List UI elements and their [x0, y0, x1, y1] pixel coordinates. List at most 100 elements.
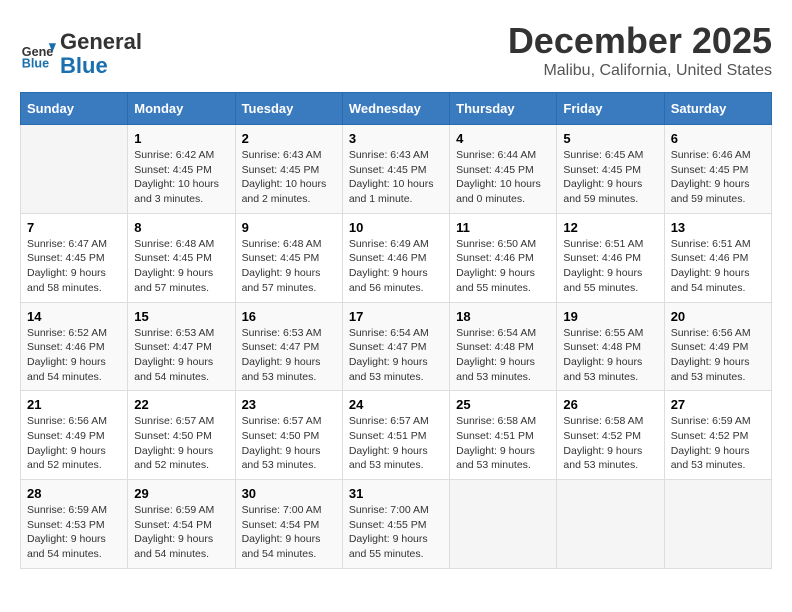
calendar-cell: 5 Sunrise: 6:45 AM Sunset: 4:45 PM Dayli…	[557, 125, 664, 214]
daylight-text: Daylight: 9 hours and 52 minutes.	[27, 444, 121, 473]
calendar-week-row: 14 Sunrise: 6:52 AM Sunset: 4:46 PM Dayl…	[21, 302, 772, 391]
calendar-cell: 28 Sunrise: 6:59 AM Sunset: 4:53 PM Dayl…	[21, 480, 128, 569]
logo-general-text: General	[60, 30, 142, 54]
calendar-cell: 31 Sunrise: 7:00 AM Sunset: 4:55 PM Dayl…	[342, 480, 449, 569]
day-info: Sunrise: 6:57 AM Sunset: 4:51 PM Dayligh…	[349, 414, 443, 473]
daylight-text: Daylight: 9 hours and 54 minutes.	[242, 532, 336, 561]
logo: Gene Blue General Blue	[20, 30, 142, 78]
day-number: 27	[671, 397, 765, 412]
calendar-cell: 10 Sunrise: 6:49 AM Sunset: 4:46 PM Dayl…	[342, 213, 449, 302]
day-number: 21	[27, 397, 121, 412]
sunset-text: Sunset: 4:51 PM	[349, 429, 443, 444]
sunset-text: Sunset: 4:50 PM	[242, 429, 336, 444]
sunset-text: Sunset: 4:53 PM	[27, 518, 121, 533]
sunrise-text: Sunrise: 6:50 AM	[456, 237, 550, 252]
calendar-week-row: 1 Sunrise: 6:42 AM Sunset: 4:45 PM Dayli…	[21, 125, 772, 214]
day-number: 25	[456, 397, 550, 412]
calendar-cell: 2 Sunrise: 6:43 AM Sunset: 4:45 PM Dayli…	[235, 125, 342, 214]
day-info: Sunrise: 6:54 AM Sunset: 4:48 PM Dayligh…	[456, 326, 550, 385]
day-info: Sunrise: 6:56 AM Sunset: 4:49 PM Dayligh…	[671, 326, 765, 385]
calendar-cell	[21, 125, 128, 214]
day-info: Sunrise: 6:57 AM Sunset: 4:50 PM Dayligh…	[242, 414, 336, 473]
sunrise-text: Sunrise: 6:47 AM	[27, 237, 121, 252]
daylight-text: Daylight: 9 hours and 55 minutes.	[349, 532, 443, 561]
day-number: 3	[349, 131, 443, 146]
sunrise-text: Sunrise: 6:53 AM	[134, 326, 228, 341]
sunset-text: Sunset: 4:52 PM	[563, 429, 657, 444]
calendar-cell: 22 Sunrise: 6:57 AM Sunset: 4:50 PM Dayl…	[128, 391, 235, 480]
day-number: 7	[27, 220, 121, 235]
sunset-text: Sunset: 4:54 PM	[134, 518, 228, 533]
calendar-cell: 8 Sunrise: 6:48 AM Sunset: 4:45 PM Dayli…	[128, 213, 235, 302]
daylight-text: Daylight: 9 hours and 54 minutes.	[134, 532, 228, 561]
sunset-text: Sunset: 4:46 PM	[563, 251, 657, 266]
calendar-cell: 25 Sunrise: 6:58 AM Sunset: 4:51 PM Dayl…	[450, 391, 557, 480]
day-number: 2	[242, 131, 336, 146]
calendar-cell: 14 Sunrise: 6:52 AM Sunset: 4:46 PM Dayl…	[21, 302, 128, 391]
day-number: 16	[242, 309, 336, 324]
day-info: Sunrise: 6:43 AM Sunset: 4:45 PM Dayligh…	[349, 148, 443, 207]
calendar-cell: 21 Sunrise: 6:56 AM Sunset: 4:49 PM Dayl…	[21, 391, 128, 480]
sunset-text: Sunset: 4:45 PM	[27, 251, 121, 266]
sunrise-text: Sunrise: 6:57 AM	[134, 414, 228, 429]
day-number: 5	[563, 131, 657, 146]
calendar-cell: 12 Sunrise: 6:51 AM Sunset: 4:46 PM Dayl…	[557, 213, 664, 302]
daylight-text: Daylight: 9 hours and 53 minutes.	[349, 444, 443, 473]
sunset-text: Sunset: 4:49 PM	[671, 340, 765, 355]
calendar-week-row: 21 Sunrise: 6:56 AM Sunset: 4:49 PM Dayl…	[21, 391, 772, 480]
daylight-text: Daylight: 9 hours and 53 minutes.	[349, 355, 443, 384]
sunset-text: Sunset: 4:46 PM	[27, 340, 121, 355]
day-info: Sunrise: 6:54 AM Sunset: 4:47 PM Dayligh…	[349, 326, 443, 385]
calendar-cell: 19 Sunrise: 6:55 AM Sunset: 4:48 PM Dayl…	[557, 302, 664, 391]
day-number: 26	[563, 397, 657, 412]
daylight-text: Daylight: 9 hours and 54 minutes.	[27, 532, 121, 561]
page-header: Gene Blue General Blue December 2025 Mal…	[20, 20, 772, 92]
day-info: Sunrise: 7:00 AM Sunset: 4:54 PM Dayligh…	[242, 503, 336, 562]
calendar-cell: 24 Sunrise: 6:57 AM Sunset: 4:51 PM Dayl…	[342, 391, 449, 480]
day-info: Sunrise: 6:59 AM Sunset: 4:53 PM Dayligh…	[27, 503, 121, 562]
day-info: Sunrise: 6:45 AM Sunset: 4:45 PM Dayligh…	[563, 148, 657, 207]
day-info: Sunrise: 6:55 AM Sunset: 4:48 PM Dayligh…	[563, 326, 657, 385]
sunset-text: Sunset: 4:54 PM	[242, 518, 336, 533]
day-info: Sunrise: 6:53 AM Sunset: 4:47 PM Dayligh…	[134, 326, 228, 385]
day-number: 1	[134, 131, 228, 146]
calendar-cell: 26 Sunrise: 6:58 AM Sunset: 4:52 PM Dayl…	[557, 391, 664, 480]
daylight-text: Daylight: 10 hours and 3 minutes.	[134, 177, 228, 206]
day-number: 28	[27, 486, 121, 501]
sunrise-text: Sunrise: 6:52 AM	[27, 326, 121, 341]
weekday-header-thursday: Thursday	[450, 93, 557, 125]
day-info: Sunrise: 6:49 AM Sunset: 4:46 PM Dayligh…	[349, 237, 443, 296]
day-number: 11	[456, 220, 550, 235]
day-number: 29	[134, 486, 228, 501]
weekday-header-friday: Friday	[557, 93, 664, 125]
sunset-text: Sunset: 4:45 PM	[134, 163, 228, 178]
day-info: Sunrise: 6:47 AM Sunset: 4:45 PM Dayligh…	[27, 237, 121, 296]
calendar-cell: 13 Sunrise: 6:51 AM Sunset: 4:46 PM Dayl…	[664, 213, 771, 302]
day-number: 15	[134, 309, 228, 324]
sunrise-text: Sunrise: 6:48 AM	[242, 237, 336, 252]
daylight-text: Daylight: 9 hours and 59 minutes.	[671, 177, 765, 206]
sunset-text: Sunset: 4:45 PM	[671, 163, 765, 178]
calendar-table: SundayMondayTuesdayWednesdayThursdayFrid…	[20, 92, 772, 569]
sunset-text: Sunset: 4:52 PM	[671, 429, 765, 444]
daylight-text: Daylight: 9 hours and 53 minutes.	[456, 355, 550, 384]
day-number: 23	[242, 397, 336, 412]
daylight-text: Daylight: 9 hours and 53 minutes.	[671, 355, 765, 384]
calendar-week-row: 28 Sunrise: 6:59 AM Sunset: 4:53 PM Dayl…	[21, 480, 772, 569]
sunrise-text: Sunrise: 6:43 AM	[242, 148, 336, 163]
day-info: Sunrise: 7:00 AM Sunset: 4:55 PM Dayligh…	[349, 503, 443, 562]
sunrise-text: Sunrise: 6:49 AM	[349, 237, 443, 252]
calendar-cell: 6 Sunrise: 6:46 AM Sunset: 4:45 PM Dayli…	[664, 125, 771, 214]
calendar-cell: 17 Sunrise: 6:54 AM Sunset: 4:47 PM Dayl…	[342, 302, 449, 391]
day-info: Sunrise: 6:42 AM Sunset: 4:45 PM Dayligh…	[134, 148, 228, 207]
sunrise-text: Sunrise: 6:57 AM	[349, 414, 443, 429]
daylight-text: Daylight: 9 hours and 55 minutes.	[563, 266, 657, 295]
sunset-text: Sunset: 4:45 PM	[456, 163, 550, 178]
sunrise-text: Sunrise: 6:58 AM	[456, 414, 550, 429]
sunrise-text: Sunrise: 6:44 AM	[456, 148, 550, 163]
sunset-text: Sunset: 4:45 PM	[134, 251, 228, 266]
daylight-text: Daylight: 9 hours and 54 minutes.	[671, 266, 765, 295]
sunset-text: Sunset: 4:45 PM	[242, 163, 336, 178]
day-number: 14	[27, 309, 121, 324]
weekday-header-sunday: Sunday	[21, 93, 128, 125]
